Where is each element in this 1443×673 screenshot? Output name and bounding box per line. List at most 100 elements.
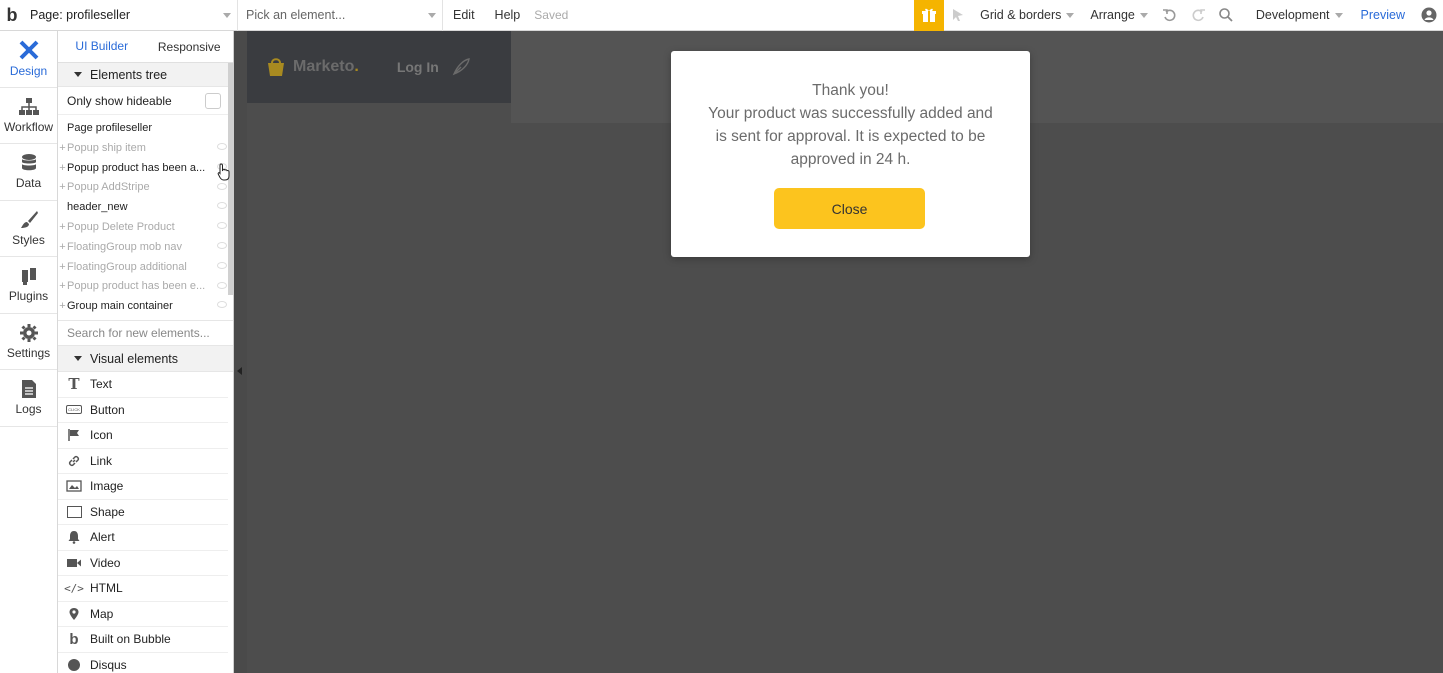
eye-icon[interactable]: [217, 182, 227, 190]
tab-responsive[interactable]: Responsive: [146, 31, 234, 62]
code-icon: </>: [64, 581, 84, 595]
cursor-icon: [953, 9, 964, 21]
eye-icon[interactable]: [217, 301, 227, 309]
only-show-hideable-checkbox[interactable]: [205, 92, 221, 109]
visual-element-item[interactable]: Alert: [58, 525, 228, 551]
expand-plus-icon[interactable]: +: [58, 221, 67, 233]
shape-icon: [66, 504, 82, 520]
tree-item[interactable]: + FloatingGroup additional: [58, 257, 233, 277]
tree-item[interactable]: + FloatingGroup mob nav: [58, 237, 233, 257]
arrange-dropdown[interactable]: Arrange: [1082, 0, 1155, 31]
menu-help[interactable]: Help: [485, 0, 531, 31]
ui-builder-panel: UI Builder Responsive Elements tree Only…: [58, 31, 234, 673]
close-button[interactable]: Close: [774, 188, 925, 229]
visual-element-item[interactable]: Icon: [58, 423, 228, 449]
shopping-bag-icon: [268, 58, 284, 76]
visual-element-label: Icon: [90, 428, 113, 443]
map-pin-icon: [66, 606, 82, 622]
visual-elements-header[interactable]: Visual elements: [58, 346, 233, 373]
eye-icon[interactable]: [217, 261, 227, 269]
tab-ui-builder[interactable]: UI Builder: [58, 31, 146, 62]
visual-element-item[interactable]: Image: [58, 474, 228, 500]
expand-plus-icon[interactable]: +: [58, 162, 67, 174]
chevron-down-icon: [428, 12, 436, 18]
visual-element-item[interactable]: Disqus: [58, 653, 228, 673]
account-button[interactable]: [1415, 0, 1443, 31]
menu-edit[interactable]: Edit: [443, 0, 485, 31]
eye-icon[interactable]: [217, 241, 227, 249]
expand-plus-icon[interactable]: +: [58, 280, 67, 292]
tree-item-label: FloatingGroup mob nav: [67, 240, 182, 253]
eye-icon[interactable]: [217, 222, 227, 230]
only-show-hideable-toggle[interactable]: Only show hideable: [58, 87, 233, 115]
expand-plus-icon[interactable]: +: [58, 142, 67, 154]
tree-item[interactable]: + Popup product has been a...: [58, 158, 233, 178]
tree-item[interactable]: + Popup AddStripe: [58, 178, 233, 198]
visual-element-label: Map: [90, 606, 114, 621]
collapse-panel-icon[interactable]: [237, 367, 242, 375]
rail-design[interactable]: Design: [0, 31, 57, 88]
popup-line: Thank you!: [812, 82, 889, 99]
gear-icon: [19, 323, 38, 342]
popup-message: Thank you! Your product was successfully…: [671, 79, 1030, 171]
page-selector-label: Page: profileseller: [30, 8, 131, 22]
rail-styles[interactable]: Styles: [0, 201, 57, 257]
selector-tool-button[interactable]: [944, 0, 972, 31]
bubble-editor: b Page: profileseller Pick an element...…: [0, 0, 1443, 673]
visual-element-label: Alert: [90, 530, 115, 545]
visual-element-item[interactable]: CLICK Button: [58, 398, 228, 424]
rail-label: Settings: [6, 345, 51, 360]
gift-icon: [922, 8, 937, 22]
rail-data[interactable]: Data: [0, 144, 57, 201]
tree-item-label: header_new: [67, 201, 128, 214]
environment-dropdown[interactable]: Development: [1248, 0, 1351, 31]
visual-element-item[interactable]: Link: [58, 449, 228, 475]
rail-label: Data: [15, 176, 42, 191]
expand-plus-icon[interactable]: +: [58, 261, 67, 273]
bubble-icon: b: [69, 630, 79, 648]
tree-item[interactable]: + Group main container: [58, 296, 233, 316]
page-selector[interactable]: Page: profileseller: [24, 0, 238, 31]
elements-tree-header[interactable]: Elements tree: [58, 63, 233, 87]
tree-item[interactable]: + Popup Delete Product: [58, 217, 233, 237]
brand-name: Marketo: [293, 58, 355, 75]
caret-down-icon: [74, 356, 82, 362]
text-icon: T: [68, 375, 80, 394]
grid-borders-dropdown[interactable]: Grid & borders: [972, 0, 1082, 31]
expand-plus-icon[interactable]: +: [58, 181, 67, 193]
expand-plus-icon[interactable]: +: [58, 241, 67, 253]
visual-element-item[interactable]: Video: [58, 551, 228, 577]
eye-icon[interactable]: [217, 281, 227, 289]
editor-canvas[interactable]: Marketo. Log In Thank you! Your product …: [247, 31, 1443, 673]
visual-element-item[interactable]: </> HTML: [58, 576, 228, 602]
undo-icon: [1162, 9, 1176, 22]
eye-icon[interactable]: [217, 143, 227, 150]
element-picker[interactable]: Pick an element...: [238, 0, 443, 31]
hand-pointer-icon: [217, 163, 230, 181]
chat-icon: [66, 657, 82, 673]
eye-icon[interactable]: [217, 202, 227, 210]
tree-item[interactable]: + Popup product has been e...: [58, 277, 233, 297]
rail-logs[interactable]: Logs: [0, 370, 57, 427]
tree-item[interactable]: header_new: [58, 197, 233, 217]
search-button[interactable]: [1212, 0, 1240, 31]
rail-workflow[interactable]: Workflow: [0, 88, 57, 144]
tree-page-node[interactable]: Page profileseller: [58, 118, 233, 138]
undo-button[interactable]: [1156, 0, 1184, 31]
arrange-label: Arrange: [1090, 8, 1135, 22]
visual-element-item[interactable]: Shape: [58, 500, 228, 526]
visual-element-item[interactable]: b Built on Bubble: [58, 627, 228, 653]
visual-element-item[interactable]: Map: [58, 602, 228, 628]
preview-link[interactable]: Preview: [1351, 8, 1415, 22]
tree-item[interactable]: + Popup ship item: [58, 138, 233, 158]
rail-settings[interactable]: Settings: [0, 314, 57, 370]
expand-plus-icon[interactable]: +: [58, 300, 67, 312]
redo-button[interactable]: [1184, 0, 1212, 31]
popup-line: Your product was successfully added and: [708, 105, 993, 122]
search-elements-input[interactable]: Search for new elements...: [58, 320, 233, 347]
rail-plugins[interactable]: Plugins: [0, 257, 57, 314]
gift-button[interactable]: [914, 0, 945, 31]
popup-line: approved in 24 h.: [790, 151, 911, 168]
visual-element-item[interactable]: T Text: [58, 372, 228, 398]
bubble-logo-icon[interactable]: b: [0, 0, 24, 31]
